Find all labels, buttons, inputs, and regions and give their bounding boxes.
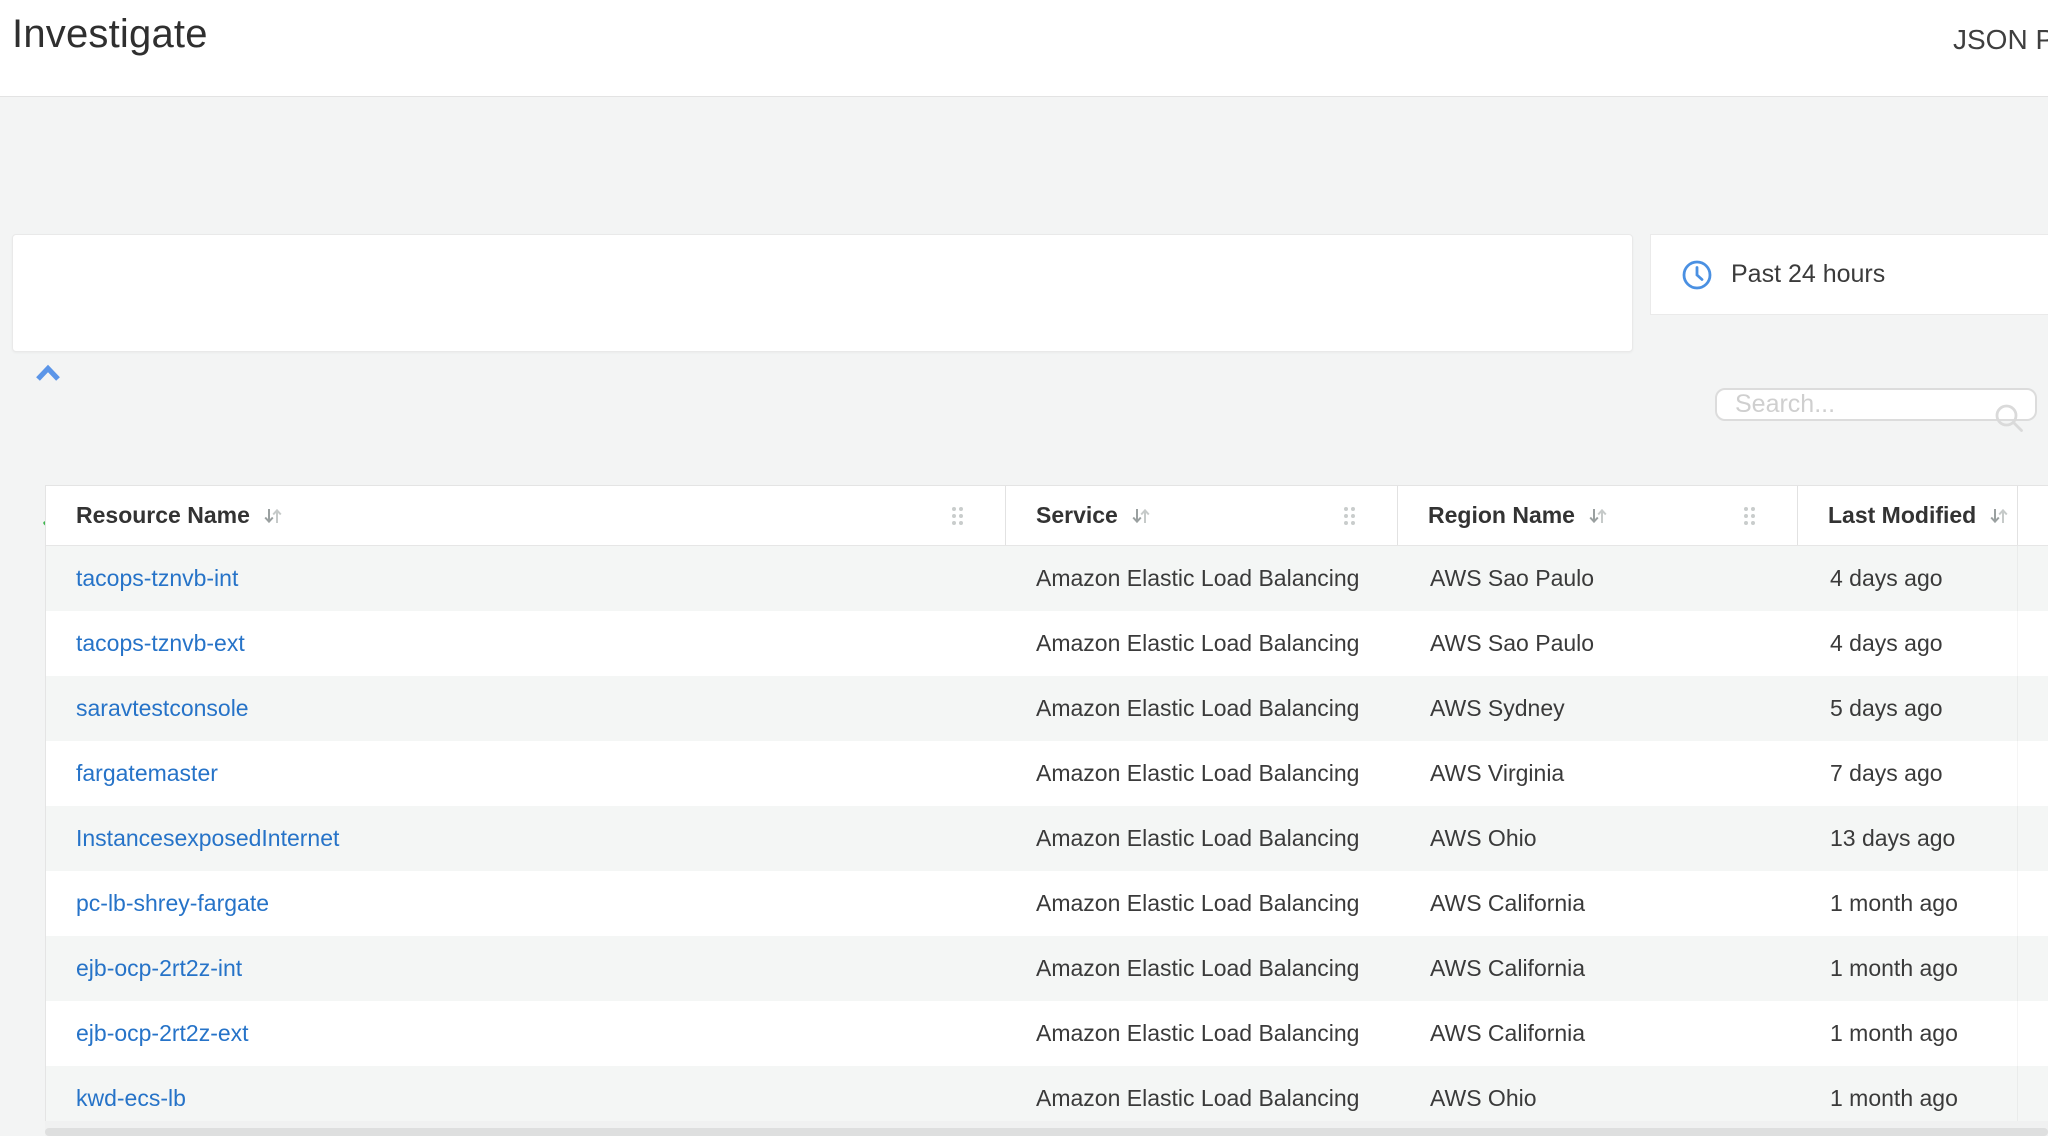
query-card[interactable]: config from cloud.resource where cloud.a…	[12, 234, 1633, 352]
time-range-label: Past 24 hours	[1731, 260, 1885, 289]
region-cell: AWS Sao Paulo	[1430, 565, 1594, 592]
region-cell: AWS California	[1430, 1020, 1585, 1047]
sort-icon[interactable]	[1988, 505, 2010, 527]
sort-icon[interactable]	[1130, 505, 1152, 527]
table-row: tacops-tznvb-int Amazon Elastic Load Bal…	[46, 546, 2048, 611]
region-cell: AWS Ohio	[1430, 825, 1537, 852]
drag-handle-icon[interactable]	[1744, 507, 1755, 525]
region-cell: AWS California	[1430, 955, 1585, 982]
table-row: fargatemaster Amazon Elastic Load Balanc…	[46, 741, 2048, 806]
region-cell: AWS Ohio	[1430, 1085, 1537, 1112]
service-cell: Amazon Elastic Load Balancing	[1036, 1085, 1359, 1112]
clock-icon	[1681, 259, 1713, 291]
last-modified-cell: 1 month ago	[1830, 890, 1958, 917]
service-cell: Amazon Elastic Load Balancing	[1036, 695, 1359, 722]
table-row: pc-lb-shrey-fargate Amazon Elastic Load …	[46, 871, 2048, 936]
resource-link[interactable]: pc-lb-shrey-fargate	[76, 890, 269, 917]
results-table: Resource Name Service Region Name Last M…	[45, 485, 2048, 1131]
last-modified-cell: 1 month ago	[1830, 955, 1958, 982]
last-modified-cell: 7 days ago	[1830, 760, 1943, 787]
resource-link[interactable]: ejb-ocp-2rt2z-ext	[76, 1020, 249, 1047]
last-modified-cell: 1 month ago	[1830, 1085, 1958, 1112]
column-header-service[interactable]: Service	[1006, 486, 1398, 545]
last-modified-cell: 1 month ago	[1830, 1020, 1958, 1047]
column-header-resource-name[interactable]: Resource Name	[46, 486, 1006, 545]
table-row: ejb-ocp-2rt2z-int Amazon Elastic Load Ba…	[46, 936, 2048, 1001]
last-modified-cell: 5 days ago	[1830, 695, 1943, 722]
table-row: saravtestconsole Amazon Elastic Load Bal…	[46, 676, 2048, 741]
sort-icon[interactable]	[262, 505, 284, 527]
sort-icon[interactable]	[1587, 505, 1609, 527]
service-cell: Amazon Elastic Load Balancing	[1036, 825, 1359, 852]
search-input[interactable]	[1715, 388, 2037, 421]
service-cell: Amazon Elastic Load Balancing	[1036, 630, 1359, 657]
table-header-row: Resource Name Service Region Name Last M…	[46, 486, 2048, 546]
region-cell: AWS Virginia	[1430, 760, 1564, 787]
column-label: Region Name	[1428, 502, 1575, 529]
last-modified-cell: 4 days ago	[1830, 630, 1943, 657]
column-header-last-modified[interactable]: Last Modified	[1798, 486, 2018, 545]
resource-link[interactable]: ejb-ocp-2rt2z-int	[76, 955, 242, 982]
last-modified-cell: 13 days ago	[1830, 825, 1955, 852]
table-row: InstancesexposedInternet Amazon Elastic …	[46, 806, 2048, 871]
resource-link[interactable]: tacops-tznvb-ext	[76, 630, 245, 657]
resource-link[interactable]: fargatemaster	[76, 760, 218, 787]
drag-handle-icon[interactable]	[952, 507, 963, 525]
column-label: Service	[1036, 502, 1118, 529]
column-label: Last Modified	[1828, 502, 1976, 529]
horizontal-scrollbar-thumb[interactable]	[45, 1128, 2048, 1136]
horizontal-scrollbar-track	[45, 1121, 2048, 1136]
service-cell: Amazon Elastic Load Balancing	[1036, 565, 1359, 592]
last-modified-cell: 4 days ago	[1830, 565, 1943, 592]
table-row: ejb-ocp-2rt2z-ext Amazon Elastic Load Ba…	[46, 1001, 2048, 1066]
chevron-up-icon[interactable]	[35, 364, 61, 384]
region-cell: AWS California	[1430, 890, 1585, 917]
column-header-overflow	[2018, 486, 2048, 545]
resource-link[interactable]: InstancesexposedInternet	[76, 825, 339, 852]
service-cell: Amazon Elastic Load Balancing	[1036, 890, 1359, 917]
column-header-region-name[interactable]: Region Name	[1398, 486, 1798, 545]
resource-link[interactable]: tacops-tznvb-int	[76, 565, 238, 592]
column-label: Resource Name	[76, 502, 250, 529]
top-bar: Investigate JSON Preview	[0, 0, 2048, 97]
region-cell: AWS Sydney	[1430, 695, 1565, 722]
resource-link[interactable]: kwd-ecs-lb	[76, 1085, 186, 1112]
service-cell: Amazon Elastic Load Balancing	[1036, 955, 1359, 982]
table-row: tacops-tznvb-ext Amazon Elastic Load Bal…	[46, 611, 2048, 676]
time-range-selector[interactable]: Past 24 hours	[1650, 234, 2048, 315]
search-box	[1715, 388, 2037, 448]
page-title: Investigate	[12, 12, 208, 57]
service-cell: Amazon Elastic Load Balancing	[1036, 1020, 1359, 1047]
region-cell: AWS Sao Paulo	[1430, 630, 1594, 657]
service-cell: Amazon Elastic Load Balancing	[1036, 760, 1359, 787]
json-preview-button[interactable]: JSON Preview	[1953, 24, 2048, 56]
drag-handle-icon[interactable]	[1344, 507, 1355, 525]
resource-link[interactable]: saravtestconsole	[76, 695, 249, 722]
